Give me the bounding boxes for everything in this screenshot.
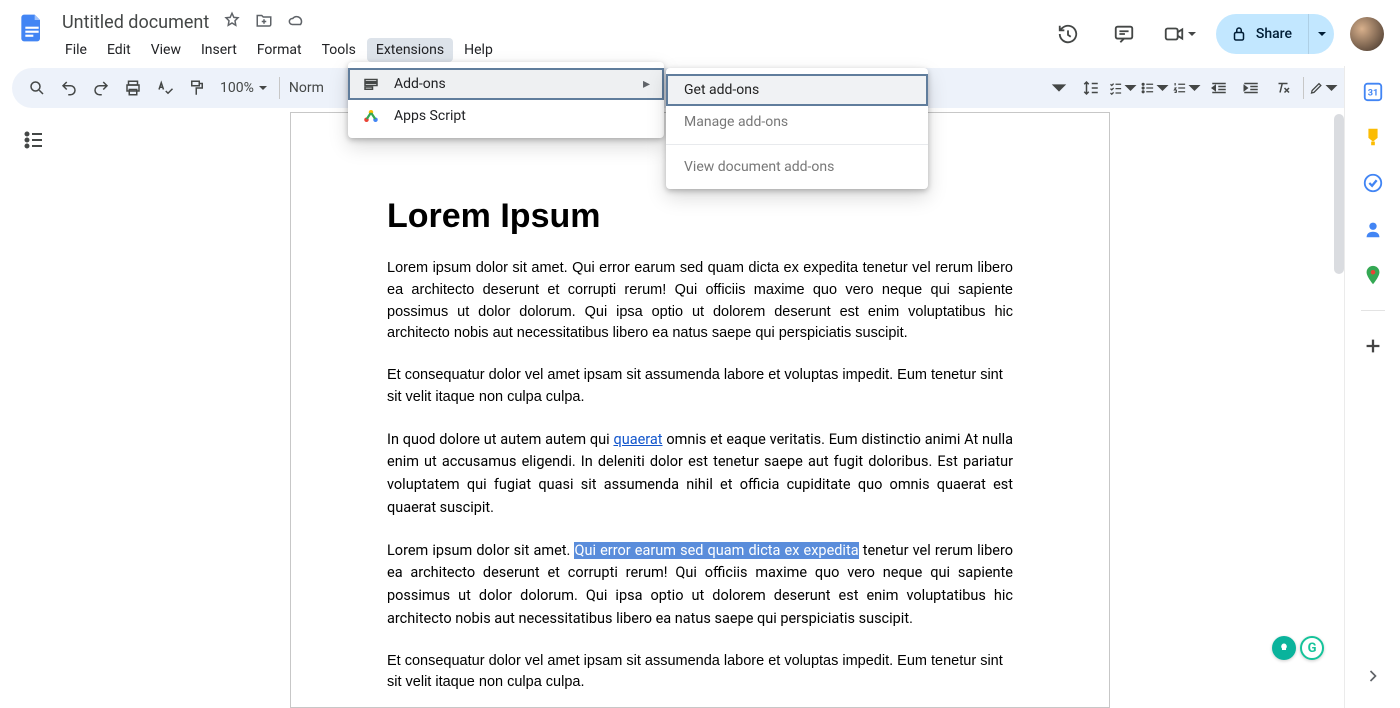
paragraph[interactable]: Lorem ipsum dolor sit amet. Qui error ea… (387, 258, 1013, 345)
keep-icon[interactable] (1362, 126, 1384, 148)
line-spacing-icon[interactable] (1076, 73, 1106, 103)
paragraph[interactable]: Et consequatur dolor vel amet ipsam sit … (387, 365, 1013, 409)
canvas[interactable]: Lorem Ipsum Lorem ipsum dolor sit amet. … (64, 112, 1336, 708)
addons-submenu: Get add-ons Manage add-ons View document… (666, 68, 928, 189)
print-icon[interactable] (118, 73, 148, 103)
selected-text[interactable]: Qui error earum sed quam dicta ex expedi… (574, 542, 858, 559)
contacts-icon[interactable] (1362, 218, 1384, 240)
star-icon[interactable] (223, 11, 241, 33)
clear-format-icon[interactable] (1268, 73, 1298, 103)
menu-format[interactable]: Format (248, 38, 311, 62)
share-label: Share (1256, 26, 1292, 42)
menu-help[interactable]: Help (455, 38, 502, 62)
page[interactable]: Lorem Ipsum Lorem ipsum dolor sit amet. … (290, 112, 1110, 708)
dropdown-icon[interactable] (1044, 73, 1074, 103)
paragraph[interactable]: Lorem ipsum dolor sit amet. Qui error ea… (387, 540, 1013, 631)
search-icon[interactable] (22, 73, 52, 103)
spellcheck-icon[interactable] (150, 73, 180, 103)
floating-badges: G (1272, 636, 1324, 660)
history-icon[interactable] (1048, 14, 1088, 54)
hide-sidepanel-icon[interactable] (1363, 666, 1383, 690)
heading[interactable]: Lorem Ipsum (387, 197, 1013, 236)
separator (666, 144, 928, 145)
menu-file[interactable]: File (56, 38, 96, 62)
menu-extensions[interactable]: Extensions (367, 38, 453, 62)
header: Untitled document File Edit View Insert … (0, 0, 1400, 62)
checklist-icon[interactable] (1108, 73, 1138, 103)
menubar: File Edit View Insert Format Tools Exten… (56, 38, 502, 62)
menu-tools[interactable]: Tools (313, 38, 365, 62)
header-right: Share (1048, 8, 1388, 54)
menu-edit[interactable]: Edit (98, 38, 140, 62)
svg-text:31: 31 (1367, 89, 1378, 99)
maps-icon[interactable] (1362, 264, 1384, 286)
chevron-right-icon: ▸ (643, 76, 650, 92)
submenu-view-doc-addons[interactable]: View document add-ons (666, 151, 928, 183)
account-avatar[interactable] (1350, 17, 1384, 51)
cloud-status-icon[interactable] (287, 11, 305, 33)
get-addons-icon[interactable] (1362, 335, 1384, 357)
separator (1361, 310, 1385, 311)
tasks-icon[interactable] (1362, 172, 1384, 194)
addon-icon (362, 75, 380, 93)
edit-mode-icon[interactable] (1309, 73, 1339, 103)
separator (1303, 77, 1304, 99)
submenu-get-addons[interactable]: Get add-ons (666, 74, 928, 106)
redo-icon[interactable] (86, 73, 116, 103)
indent-increase-icon[interactable] (1236, 73, 1266, 103)
title-area: Untitled document File Edit View Insert … (56, 8, 502, 62)
share-button[interactable]: Share (1216, 14, 1334, 54)
share-dropdown-icon[interactable] (1308, 14, 1334, 54)
zoom-select[interactable]: 100% (214, 80, 274, 96)
apps-script-icon (362, 107, 380, 125)
bulleted-list-icon[interactable] (1140, 73, 1170, 103)
menu-item-apps-script[interactable]: Apps Script (348, 100, 664, 132)
app: { "header": { "doc_title": "Untitled doc… (0, 0, 1400, 708)
paragraph[interactable]: Et consequatur dolor vel amet ipsam sit … (387, 651, 1013, 695)
move-icon[interactable] (255, 11, 273, 33)
calendar-icon[interactable]: 31 (1362, 80, 1384, 102)
paragraph[interactable]: In quod dolore ut autem autem qui quaera… (387, 429, 1013, 520)
comments-icon[interactable] (1104, 14, 1144, 54)
tip-badge-icon[interactable] (1272, 636, 1296, 660)
style-select[interactable]: Norm (285, 80, 328, 96)
extensions-menu: Add-ons ▸ Apps Script (348, 62, 664, 138)
numbered-list-icon[interactable] (1172, 73, 1202, 103)
paint-format-icon[interactable] (182, 73, 212, 103)
menu-insert[interactable]: Insert (192, 38, 246, 62)
outline-toggle-icon[interactable] (22, 128, 46, 156)
separator (279, 77, 280, 99)
scrollbar[interactable] (1334, 114, 1344, 274)
menu-view[interactable]: View (142, 38, 190, 62)
meet-icon[interactable] (1160, 14, 1200, 54)
docs-logo-icon[interactable] (12, 8, 52, 48)
side-panel: 31 (1344, 66, 1400, 708)
menu-item-addons[interactable]: Add-ons ▸ (348, 68, 664, 100)
submenu-manage-addons[interactable]: Manage add-ons (666, 106, 928, 138)
undo-icon[interactable] (54, 73, 84, 103)
grammarly-badge-icon[interactable]: G (1300, 636, 1324, 660)
indent-decrease-icon[interactable] (1204, 73, 1234, 103)
doc-title[interactable]: Untitled document (56, 12, 215, 33)
link[interactable]: quaerat (613, 431, 662, 448)
